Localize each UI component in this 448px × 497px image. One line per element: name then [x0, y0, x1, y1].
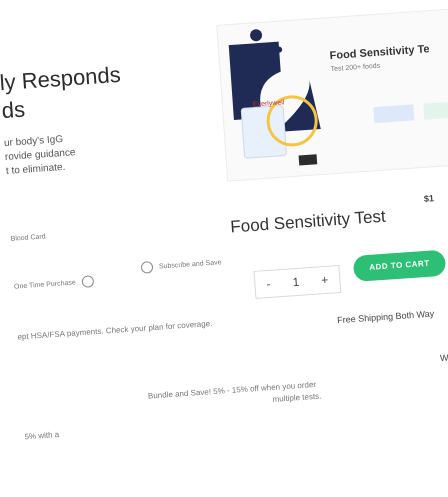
purchase-options: One Time Purchase: [14, 275, 95, 293]
bundle-note-2: multiple tests.: [272, 391, 322, 404]
page-headline-line2: ds: [0, 96, 26, 124]
page-headline-line1: ly Responds: [0, 61, 122, 96]
percent-note: 5% with a: [24, 429, 60, 442]
we-accept-note: We accept F: [439, 350, 448, 364]
intro-line-1: ur body's IgG: [3, 133, 64, 150]
sample-card-image: [423, 101, 448, 120]
page: ly Responds ds ur body's IgG rovide guid…: [0, 0, 448, 497]
product-illustration: [228, 29, 448, 166]
subscribe-label: Subscribe and Save: [158, 258, 222, 271]
hsa-fsa-note: ept HSA/FSA payments. Check your plan fo…: [17, 318, 213, 342]
shipping-note: Free Shipping Both Way: [336, 308, 435, 326]
dot-1: [250, 29, 263, 42]
one-time-purchase-radio[interactable]: [81, 275, 95, 288]
lancet-bar: [298, 154, 318, 166]
quantity-stepper: - 1 +: [253, 264, 342, 299]
blood-card-image: [373, 104, 415, 124]
product-title: Food Sensitivity Test: [229, 206, 387, 237]
add-to-cart-button[interactable]: ADD TO CART: [352, 249, 447, 282]
decrease-quantity-button[interactable]: -: [266, 277, 271, 291]
one-time-purchase-label: One Time Purchase: [13, 278, 77, 291]
product-image: Food Sensitivity Te Test 200+ foods Ever…: [216, 8, 448, 182]
price-hint: $1: [423, 193, 435, 204]
test-box: [240, 105, 287, 159]
blood-card-label: Blood Card: [10, 233, 46, 243]
increase-quantity-button[interactable]: +: [321, 273, 329, 287]
subscribe-radio[interactable]: [140, 260, 154, 274]
subscribe-option[interactable]: Subscribe and Save: [140, 256, 222, 274]
quantity-value[interactable]: 1: [292, 275, 300, 289]
intro-line-2: rovide guidance: [4, 147, 76, 164]
intro-line-3: t to eliminate.: [5, 161, 66, 177]
